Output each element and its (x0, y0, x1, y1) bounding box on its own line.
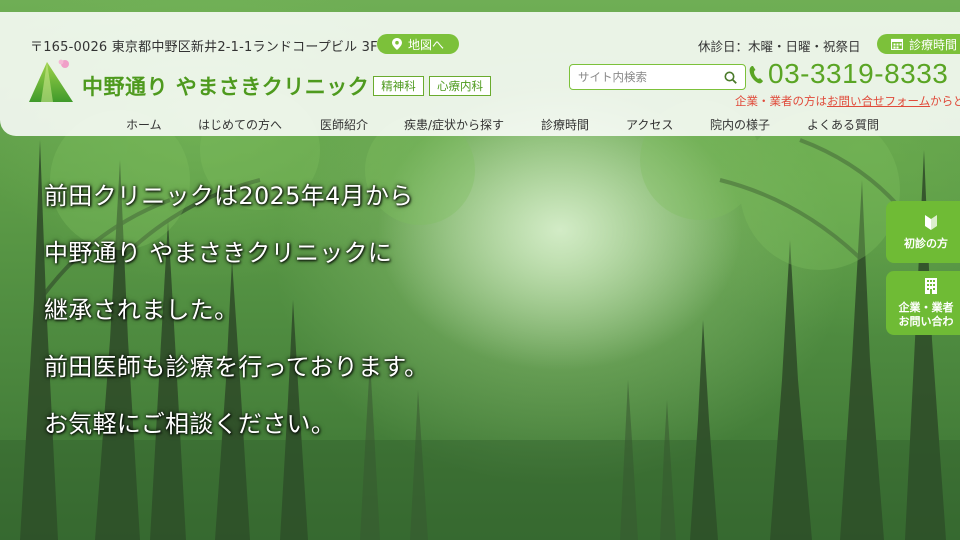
hours-button[interactable]: 診療時間 (877, 34, 960, 54)
business-inquiry-label-2: お問い合わ (898, 315, 954, 328)
contact-form-link[interactable]: お問い合せフォーム (827, 94, 930, 108)
hero-line: 前田クリニックは2025年4月から (44, 182, 414, 210)
nav-item-home[interactable]: ホーム (126, 116, 162, 133)
hours-button-label: 診療時間 (909, 37, 958, 52)
holiday-info: 休診日：木曜・日曜・祝祭日 (698, 39, 861, 54)
search-input[interactable] (570, 70, 720, 84)
department-tag-psychosomatic: 心療内科 (429, 76, 491, 96)
map-button[interactable]: 地図へ (377, 34, 459, 54)
first-visit-button[interactable]: 初診の方 (886, 201, 960, 263)
department-tag-psychiatry: 精神科 (373, 76, 424, 96)
business-inquiry-button[interactable]: 企業・業者 お問い合わ (886, 271, 960, 335)
contact-note-prefix: 企業・業者の方は (735, 94, 827, 108)
nav-item-symptoms[interactable]: 疾患/症状から探す (404, 116, 504, 133)
phone-number[interactable]: 03-3319-8333 (768, 58, 948, 90)
hero-line: 中野通り やまさきクリニックに (44, 239, 393, 267)
contact-note: 企業・業者の方はお問い合せフォームからど (735, 93, 960, 109)
search-icon[interactable] (724, 71, 737, 84)
clinic-address: 〒165-0026 東京都中野区新井2-1-1ランドコープビル 3F (30, 40, 378, 55)
site-header: 〒165-0026 東京都中野区新井2-1-1ランドコープビル 3F 地図へ 休… (0, 12, 960, 136)
clinic-logo[interactable] (27, 58, 79, 104)
phone-icon (749, 66, 763, 84)
beginner-mark-icon (925, 215, 937, 230)
nav-item-access[interactable]: アクセス (626, 116, 673, 133)
site-search (569, 64, 746, 90)
hero-line: お気軽にご相談ください。 (44, 410, 336, 438)
business-inquiry-label-1: 企業・業者 (898, 301, 954, 314)
first-visit-label: 初診の方 (904, 237, 948, 250)
hero-message: 前田クリニックは2025年4月から 中野通り やまさきクリニックに 継承されまし… (44, 178, 428, 463)
nav-item-faq[interactable]: よくある質問 (807, 116, 879, 133)
nav-item-hours[interactable]: 診療時間 (541, 116, 589, 133)
nav-item-first-visit[interactable]: はじめての方へ (198, 116, 282, 133)
contact-note-suffix: からど (930, 94, 960, 108)
hero-line: 前田医師も診療を行っております。 (44, 353, 429, 381)
calendar-icon (891, 38, 903, 50)
map-button-label: 地図へ (407, 37, 444, 52)
hero-line: 継承されました。 (44, 296, 239, 324)
nav-item-interior[interactable]: 院内の様子 (710, 116, 770, 133)
map-pin-icon (391, 38, 402, 50)
building-icon (925, 278, 937, 294)
main-nav: ホーム はじめての方へ 医師紹介 疾患/症状から探す 診療時間 アクセス 院内の… (0, 116, 960, 136)
clinic-name[interactable]: 中野通り やまさきクリニック (82, 71, 369, 101)
nav-item-doctors[interactable]: 医師紹介 (320, 116, 368, 133)
